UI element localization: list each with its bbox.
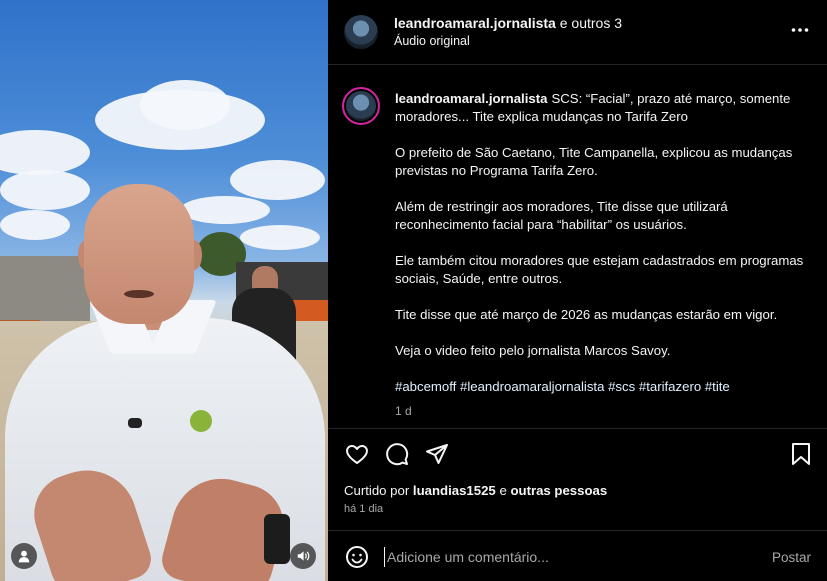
cloud (0, 130, 90, 175)
caption-paragraph: Além de restringir aos moradores, Tite d… (395, 199, 728, 232)
cloud (0, 170, 90, 210)
reel-video[interactable] (0, 0, 328, 581)
caption-paragraph: leandroamaral.jornalista SCS: “Facial”, p… (395, 90, 810, 126)
save-button[interactable] (788, 441, 814, 467)
audio-link[interactable]: Áudio original (394, 34, 470, 48)
more-horizontal-icon (791, 28, 809, 32)
emoji-button[interactable] (344, 544, 370, 570)
cloud (140, 80, 230, 130)
emoji-icon (346, 546, 368, 568)
comment-input[interactable] (384, 547, 744, 567)
tagged-users-button[interactable] (11, 543, 37, 569)
post-date: há 1 dia (344, 503, 384, 515)
speaker-icon (297, 551, 310, 561)
comment-button[interactable] (384, 441, 410, 467)
liked-by: Curtido por luandias1525 e outras pessoa… (344, 483, 607, 498)
person-icon (18, 550, 30, 563)
share-button[interactable] (424, 441, 450, 467)
bookmark-icon (792, 443, 810, 465)
heart-icon (346, 445, 368, 464)
post-actions-bar (328, 428, 827, 478)
cloud (230, 160, 325, 200)
coauthors-link[interactable]: e outros 3 (560, 15, 622, 31)
caption-paragraph: Veja o video feito pelo jornalista Marco… (395, 343, 671, 358)
liked-by-prefix: Curtido por (344, 483, 410, 498)
post-details-panel: leandroamaral.jornalista e outros 3 Áudi… (328, 0, 827, 581)
author-avatar[interactable] (344, 15, 378, 49)
caption-username-link[interactable]: leandroamaral.jornalista (395, 91, 547, 106)
speaker-head (84, 184, 194, 324)
send-icon (426, 444, 448, 464)
comment-bar: Postar (328, 530, 827, 581)
wristwatch (264, 514, 290, 564)
like-button[interactable] (344, 441, 370, 467)
post-caption: leandroamaral.jornalista SCS: “Facial”, p… (395, 90, 810, 420)
caption-time-ago: 1 d (395, 404, 412, 418)
more-options-button[interactable] (791, 19, 809, 35)
post-header: leandroamaral.jornalista e outros 3 Áudi… (328, 0, 827, 65)
author-username-link[interactable]: leandroamaral.jornalista (394, 15, 556, 31)
caption-author-avatar[interactable] (342, 87, 380, 125)
cloud (240, 225, 320, 250)
cloud (0, 210, 70, 240)
liked-by-connector: e (499, 483, 507, 498)
shirt-badge (190, 410, 212, 432)
caption-paragraph: O prefeito de São Caetano, Tite Campanel… (395, 145, 793, 178)
caption-paragraph: Ele também citou moradores que estejam c… (395, 253, 804, 286)
liked-by-user-link[interactable]: luandias1525 (413, 483, 496, 498)
lapel-mic (128, 418, 142, 428)
caption-hashtags[interactable]: #abcemoff #leandroamaraljornalista #scs … (395, 378, 810, 396)
speaker-mouth (124, 290, 154, 298)
caption-paragraph: Tite disse que até março de 2026 as muda… (395, 307, 778, 322)
mute-toggle-button[interactable] (290, 543, 316, 569)
post-author: leandroamaral.jornalista e outros 3 (394, 15, 622, 31)
cloud (180, 196, 270, 224)
liked-by-others-link[interactable]: outras pessoas (510, 483, 607, 498)
post-comment-button[interactable]: Postar (772, 550, 811, 565)
comment-icon (386, 443, 409, 466)
